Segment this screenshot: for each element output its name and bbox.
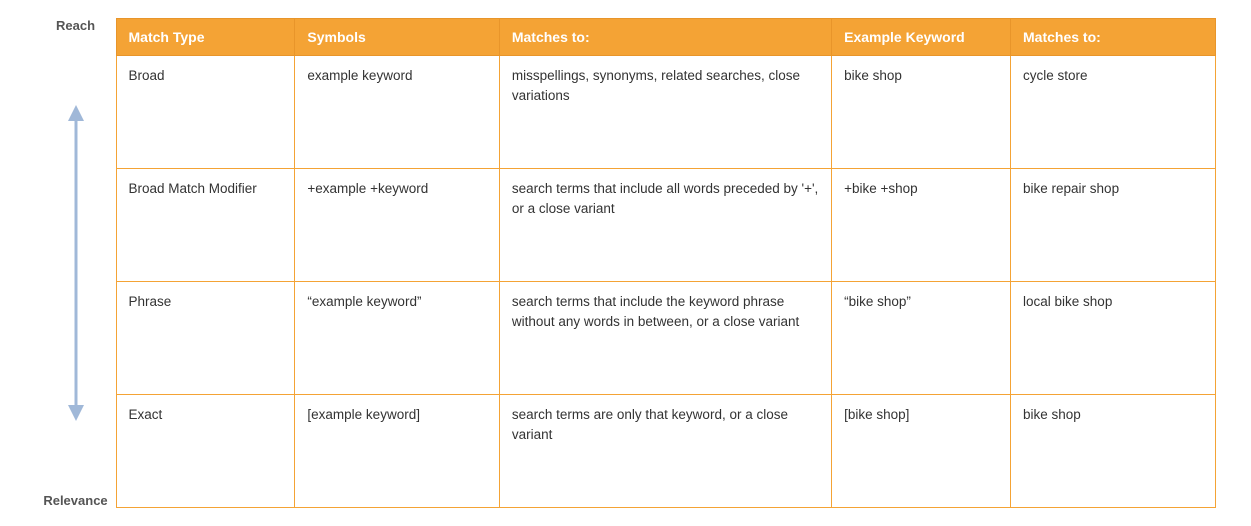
- reach-relevance-arrow: [56, 39, 96, 487]
- cell-matches-to: search terms that include all words prec…: [499, 169, 831, 282]
- cell-example-keyword: “bike shop”: [832, 282, 1011, 395]
- cell-matches-to-2: cycle store: [1011, 56, 1215, 169]
- cell-example-keyword: +bike +shop: [832, 169, 1011, 282]
- match-type-table: Match Type Symbols Matches to: Example K…: [116, 18, 1216, 508]
- arrow-column: Reach Relevance: [36, 18, 116, 508]
- table-row: Phrase“example keyword”search terms that…: [116, 282, 1215, 395]
- reach-label: Reach: [56, 18, 95, 33]
- col-header-matches-to-2: Matches to:: [1011, 19, 1215, 56]
- cell-matches-to-2: local bike shop: [1011, 282, 1215, 395]
- cell-matches-to: search terms are only that keyword, or a…: [499, 395, 831, 508]
- cell-matches-to-2: bike repair shop: [1011, 169, 1215, 282]
- table-header-row: Match Type Symbols Matches to: Example K…: [116, 19, 1215, 56]
- col-header-match-type: Match Type: [116, 19, 295, 56]
- cell-symbols: example keyword: [295, 56, 499, 169]
- page-wrapper: Reach Relevance: [36, 18, 1216, 508]
- table-row: Broad Match Modifier+example +keywordsea…: [116, 169, 1215, 282]
- cell-match-type: Exact: [116, 395, 295, 508]
- cell-matches-to: search terms that include the keyword ph…: [499, 282, 831, 395]
- cell-symbols: [example keyword]: [295, 395, 499, 508]
- cell-match-type: Broad Match Modifier: [116, 169, 295, 282]
- cell-symbols: “example keyword”: [295, 282, 499, 395]
- table-wrapper: Match Type Symbols Matches to: Example K…: [116, 18, 1216, 508]
- cell-match-type: Phrase: [116, 282, 295, 395]
- cell-matches-to-2: bike shop: [1011, 395, 1215, 508]
- table-row: Broadexample keywordmisspellings, synony…: [116, 56, 1215, 169]
- cell-match-type: Broad: [116, 56, 295, 169]
- cell-matches-to: misspellings, synonyms, related searches…: [499, 56, 831, 169]
- cell-example-keyword: [bike shop]: [832, 395, 1011, 508]
- relevance-label: Relevance: [43, 493, 107, 508]
- col-header-symbols: Symbols: [295, 19, 499, 56]
- col-header-matches-to-1: Matches to:: [499, 19, 831, 56]
- col-header-example-keyword: Example Keyword: [832, 19, 1011, 56]
- table-row: Exact[example keyword]search terms are o…: [116, 395, 1215, 508]
- cell-symbols: +example +keyword: [295, 169, 499, 282]
- cell-example-keyword: bike shop: [832, 56, 1011, 169]
